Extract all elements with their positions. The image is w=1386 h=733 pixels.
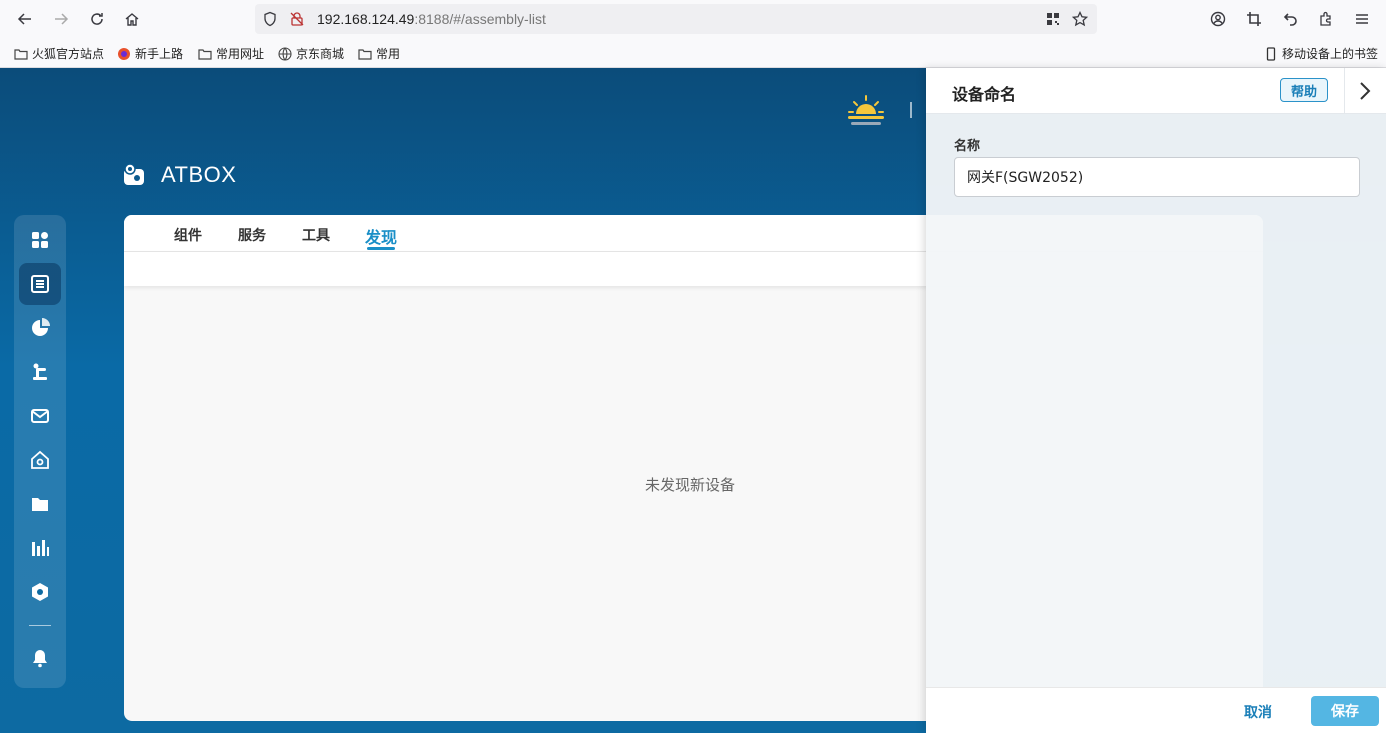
sidebar-item-files[interactable] (19, 483, 61, 525)
bar-chart-icon (32, 540, 49, 556)
sidebar-divider (29, 625, 51, 626)
smart-home-icon (31, 450, 49, 469)
sidebar-item-dashboard[interactable] (19, 219, 61, 261)
tab-discover[interactable]: 发现 (365, 224, 397, 248)
crop-icon[interactable] (1242, 7, 1266, 31)
brand-name: ATBOX (161, 162, 237, 187)
bookmarks-bar: 火狐官方站点 新手上路 常用网址 京东商城 常用 移动设备上的书签 (0, 38, 1386, 68)
bookmark-item[interactable]: 京东商城 (278, 45, 344, 62)
tab-tools[interactable]: 工具 (302, 225, 330, 245)
sidebar-item-statistics[interactable] (19, 527, 61, 569)
sidebar-item-messages[interactable] (19, 395, 61, 437)
mobile-bookmarks[interactable]: 移动设备上的书签 (1264, 45, 1378, 62)
clock-pie-icon (32, 318, 50, 336)
bookmark-item[interactable]: 常用网址 (198, 45, 264, 62)
header-divider (1344, 68, 1345, 114)
home-icon[interactable] (120, 7, 144, 31)
hexagon-settings-icon (32, 583, 48, 601)
shield-icon[interactable] (262, 11, 278, 27)
cancel-button[interactable]: 取消 (1244, 702, 1272, 722)
sidebar-item-scenes[interactable] (19, 307, 61, 349)
url-text[interactable]: 192.168.124.49:8188/#/assembly-list (317, 11, 546, 27)
drawer-title: 设备命名 (952, 85, 1017, 104)
save-button[interactable]: 保存 (1311, 696, 1379, 726)
empty-state-message: 未发现新设备 (645, 476, 736, 494)
active-tab-indicator (367, 247, 395, 250)
drawer-header: 设备命名 帮助 (926, 68, 1386, 114)
folder-icon (198, 48, 212, 60)
device-name-input[interactable] (954, 157, 1360, 197)
drawer-footer: 取消 保存 (926, 687, 1386, 733)
sidebar-item-assembly-list[interactable] (19, 263, 61, 305)
device-naming-drawer: 设备命名 帮助 名称 取消 保存 (926, 68, 1386, 733)
sidebar-item-settings[interactable] (19, 571, 61, 613)
robot-arm-icon (33, 363, 47, 380)
dashboard-icon (32, 232, 48, 248)
folder-icon (32, 498, 48, 511)
qr-code-icon[interactable] (1045, 11, 1061, 27)
name-field-label: 名称 (954, 139, 981, 154)
menu-icon[interactable] (1350, 7, 1374, 31)
folder-icon (14, 48, 28, 60)
back-icon[interactable] (13, 7, 37, 31)
bell-icon (33, 650, 47, 668)
bookmark-item[interactable]: 火狐官方站点 (14, 45, 104, 62)
firefox-icon (118, 47, 130, 60)
undo-icon[interactable] (1279, 7, 1303, 31)
forward-icon[interactable] (49, 7, 73, 31)
sidebar-item-notifications[interactable] (19, 637, 61, 679)
folder-icon (358, 48, 372, 60)
insecure-lock-icon[interactable] (289, 11, 305, 27)
sidebar-item-automation[interactable] (19, 351, 61, 393)
chevron-right-icon[interactable] (1354, 79, 1376, 103)
weather-sun-icon[interactable] (846, 94, 886, 128)
reload-icon[interactable] (85, 7, 109, 31)
account-icon[interactable] (1206, 7, 1230, 31)
sidebar (14, 215, 66, 688)
star-icon[interactable] (1072, 11, 1088, 27)
brand: ATBOX (122, 162, 236, 188)
globe-icon (278, 46, 292, 61)
sidebar-item-home[interactable] (19, 439, 61, 481)
extensions-icon[interactable] (1314, 7, 1338, 31)
tab-services[interactable]: 服务 (238, 225, 266, 245)
tab-components[interactable]: 组件 (174, 225, 202, 245)
list-icon (31, 275, 49, 293)
bookmark-item[interactable]: 常用 (358, 45, 400, 62)
address-bar[interactable]: 192.168.124.49:8188/#/assembly-list (255, 4, 1097, 34)
atbox-logo-icon (124, 163, 144, 185)
header-divider (910, 102, 912, 118)
help-button[interactable]: 帮助 (1280, 78, 1328, 102)
mobile-icon (1266, 46, 1276, 61)
mail-icon (31, 409, 49, 423)
bookmark-item[interactable]: 新手上路 (117, 45, 183, 62)
browser-toolbar: 192.168.124.49:8188/#/assembly-list (0, 0, 1386, 38)
